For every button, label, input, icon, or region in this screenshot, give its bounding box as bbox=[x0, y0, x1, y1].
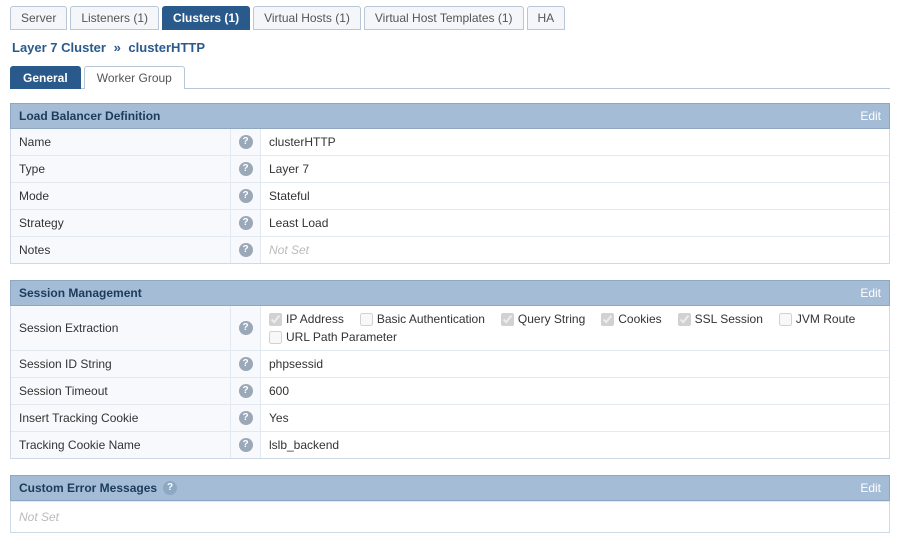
value-type: Layer 7 bbox=[261, 156, 889, 182]
help-icon[interactable]: ? bbox=[239, 135, 253, 149]
value-notes: Not Set bbox=[261, 237, 889, 263]
breadcrumb-sep: » bbox=[114, 40, 121, 55]
session-extraction-label: URL Path Parameter bbox=[286, 330, 397, 344]
label-session-id-string: Session ID String bbox=[11, 351, 231, 377]
session-extraction-label: Cookies bbox=[618, 312, 661, 326]
breadcrumb-part1[interactable]: Layer 7 Cluster bbox=[12, 40, 106, 55]
row-type: Type ? Layer 7 bbox=[11, 155, 889, 182]
session-extraction-option[interactable]: IP Address bbox=[269, 312, 344, 326]
value-session-timeout: 600 bbox=[261, 378, 889, 404]
help-icon[interactable]: ? bbox=[239, 216, 253, 230]
label-strategy: Strategy bbox=[11, 210, 231, 236]
panel-body-errors: Not Set bbox=[10, 501, 890, 533]
session-extraction-checkbox[interactable] bbox=[360, 313, 373, 326]
help-icon[interactable]: ? bbox=[239, 384, 253, 398]
session-extraction-checkbox[interactable] bbox=[779, 313, 792, 326]
help-icon[interactable]: ? bbox=[163, 481, 177, 495]
label-type: Type bbox=[11, 156, 231, 182]
tab-server[interactable]: Server bbox=[10, 6, 67, 30]
value-errors-notset: Not Set bbox=[11, 501, 889, 532]
panel-header-errors: Custom Error Messages ? Edit bbox=[10, 475, 890, 501]
label-mode: Mode bbox=[11, 183, 231, 209]
edit-link-definition[interactable]: Edit bbox=[860, 109, 881, 123]
session-extraction-option[interactable]: Basic Authentication bbox=[360, 312, 485, 326]
label-insert-tracking-cookie: Insert Tracking Cookie bbox=[11, 405, 231, 431]
help-icon[interactable]: ? bbox=[239, 411, 253, 425]
label-session-extraction: Session Extraction bbox=[11, 306, 231, 350]
subtab-general[interactable]: General bbox=[10, 66, 81, 89]
panel-title-definition: Load Balancer Definition bbox=[19, 109, 160, 123]
session-extraction-option[interactable]: SSL Session bbox=[678, 312, 763, 326]
label-name: Name bbox=[11, 129, 231, 155]
row-session-id-string: Session ID String ? phpsessid bbox=[11, 350, 889, 377]
panel-title-session: Session Management bbox=[19, 286, 142, 300]
row-name: Name ? clusterHTTP bbox=[11, 129, 889, 155]
value-insert-tracking-cookie: Yes bbox=[261, 405, 889, 431]
help-icon[interactable]: ? bbox=[239, 357, 253, 371]
label-tracking-cookie-name: Tracking Cookie Name bbox=[11, 432, 231, 458]
panel-custom-error-messages: Custom Error Messages ? Edit Not Set bbox=[10, 475, 890, 533]
sub-tabs: General Worker Group bbox=[10, 65, 890, 89]
edit-link-errors[interactable]: Edit bbox=[860, 481, 881, 495]
session-extraction-option[interactable]: URL Path Parameter bbox=[269, 330, 397, 344]
panel-header-definition: Load Balancer Definition Edit bbox=[10, 103, 890, 129]
session-extraction-option[interactable]: Cookies bbox=[601, 312, 661, 326]
session-extraction-checkbox[interactable] bbox=[269, 331, 282, 344]
tab-virtual-host-templates[interactable]: Virtual Host Templates (1) bbox=[364, 6, 524, 30]
session-extraction-checkbox[interactable] bbox=[678, 313, 691, 326]
row-strategy: Strategy ? Least Load bbox=[11, 209, 889, 236]
row-mode: Mode ? Stateful bbox=[11, 182, 889, 209]
subtab-worker-group[interactable]: Worker Group bbox=[84, 66, 185, 89]
label-notes: Notes bbox=[11, 237, 231, 263]
session-extraction-option[interactable]: Query String bbox=[501, 312, 585, 326]
tab-clusters[interactable]: Clusters (1) bbox=[162, 6, 250, 30]
value-session-id-string: phpsessid bbox=[261, 351, 889, 377]
value-session-extraction: IP Address Basic Authentication Query Stri… bbox=[261, 306, 889, 350]
panel-body-definition: Name ? clusterHTTP Type ? Layer 7 Mode ?… bbox=[10, 129, 890, 264]
session-extraction-option[interactable]: JVM Route bbox=[779, 312, 855, 326]
session-extraction-checkbox[interactable] bbox=[601, 313, 614, 326]
row-notes: Notes ? Not Set bbox=[11, 236, 889, 263]
row-session-extraction: Session Extraction ? IP Address Basic Aut… bbox=[11, 306, 889, 350]
session-extraction-label: SSL Session bbox=[695, 312, 763, 326]
session-extraction-checkbox[interactable] bbox=[269, 313, 282, 326]
label-session-timeout: Session Timeout bbox=[11, 378, 231, 404]
row-session-timeout: Session Timeout ? 600 bbox=[11, 377, 889, 404]
row-insert-tracking-cookie: Insert Tracking Cookie ? Yes bbox=[11, 404, 889, 431]
tab-ha[interactable]: HA bbox=[527, 6, 566, 30]
panel-title-errors: Custom Error Messages bbox=[19, 481, 157, 495]
session-extraction-label: JVM Route bbox=[796, 312, 855, 326]
panel-load-balancer-definition: Load Balancer Definition Edit Name ? clu… bbox=[10, 103, 890, 264]
breadcrumb: Layer 7 Cluster » clusterHTTP bbox=[12, 40, 890, 55]
value-mode: Stateful bbox=[261, 183, 889, 209]
session-extraction-checkbox[interactable] bbox=[501, 313, 514, 326]
panel-header-session: Session Management Edit bbox=[10, 280, 890, 306]
breadcrumb-part2: clusterHTTP bbox=[128, 40, 205, 55]
help-icon[interactable]: ? bbox=[239, 162, 253, 176]
tab-listeners[interactable]: Listeners (1) bbox=[70, 6, 159, 30]
panel-session-management: Session Management Edit Session Extracti… bbox=[10, 280, 890, 459]
tab-virtual-hosts[interactable]: Virtual Hosts (1) bbox=[253, 6, 361, 30]
row-tracking-cookie-name: Tracking Cookie Name ? lslb_backend bbox=[11, 431, 889, 458]
session-extraction-label: IP Address bbox=[286, 312, 344, 326]
help-icon[interactable]: ? bbox=[239, 243, 253, 257]
help-icon[interactable]: ? bbox=[239, 321, 253, 335]
session-extraction-label: Query String bbox=[518, 312, 585, 326]
value-tracking-cookie-name: lslb_backend bbox=[261, 432, 889, 458]
edit-link-session[interactable]: Edit bbox=[860, 286, 881, 300]
help-icon[interactable]: ? bbox=[239, 438, 253, 452]
session-extraction-label: Basic Authentication bbox=[377, 312, 485, 326]
panel-body-session: Session Extraction ? IP Address Basic Aut… bbox=[10, 306, 890, 459]
value-strategy: Least Load bbox=[261, 210, 889, 236]
top-tabs: Server Listeners (1) Clusters (1) Virtua… bbox=[10, 6, 890, 30]
help-icon[interactable]: ? bbox=[239, 189, 253, 203]
value-name: clusterHTTP bbox=[261, 129, 889, 155]
